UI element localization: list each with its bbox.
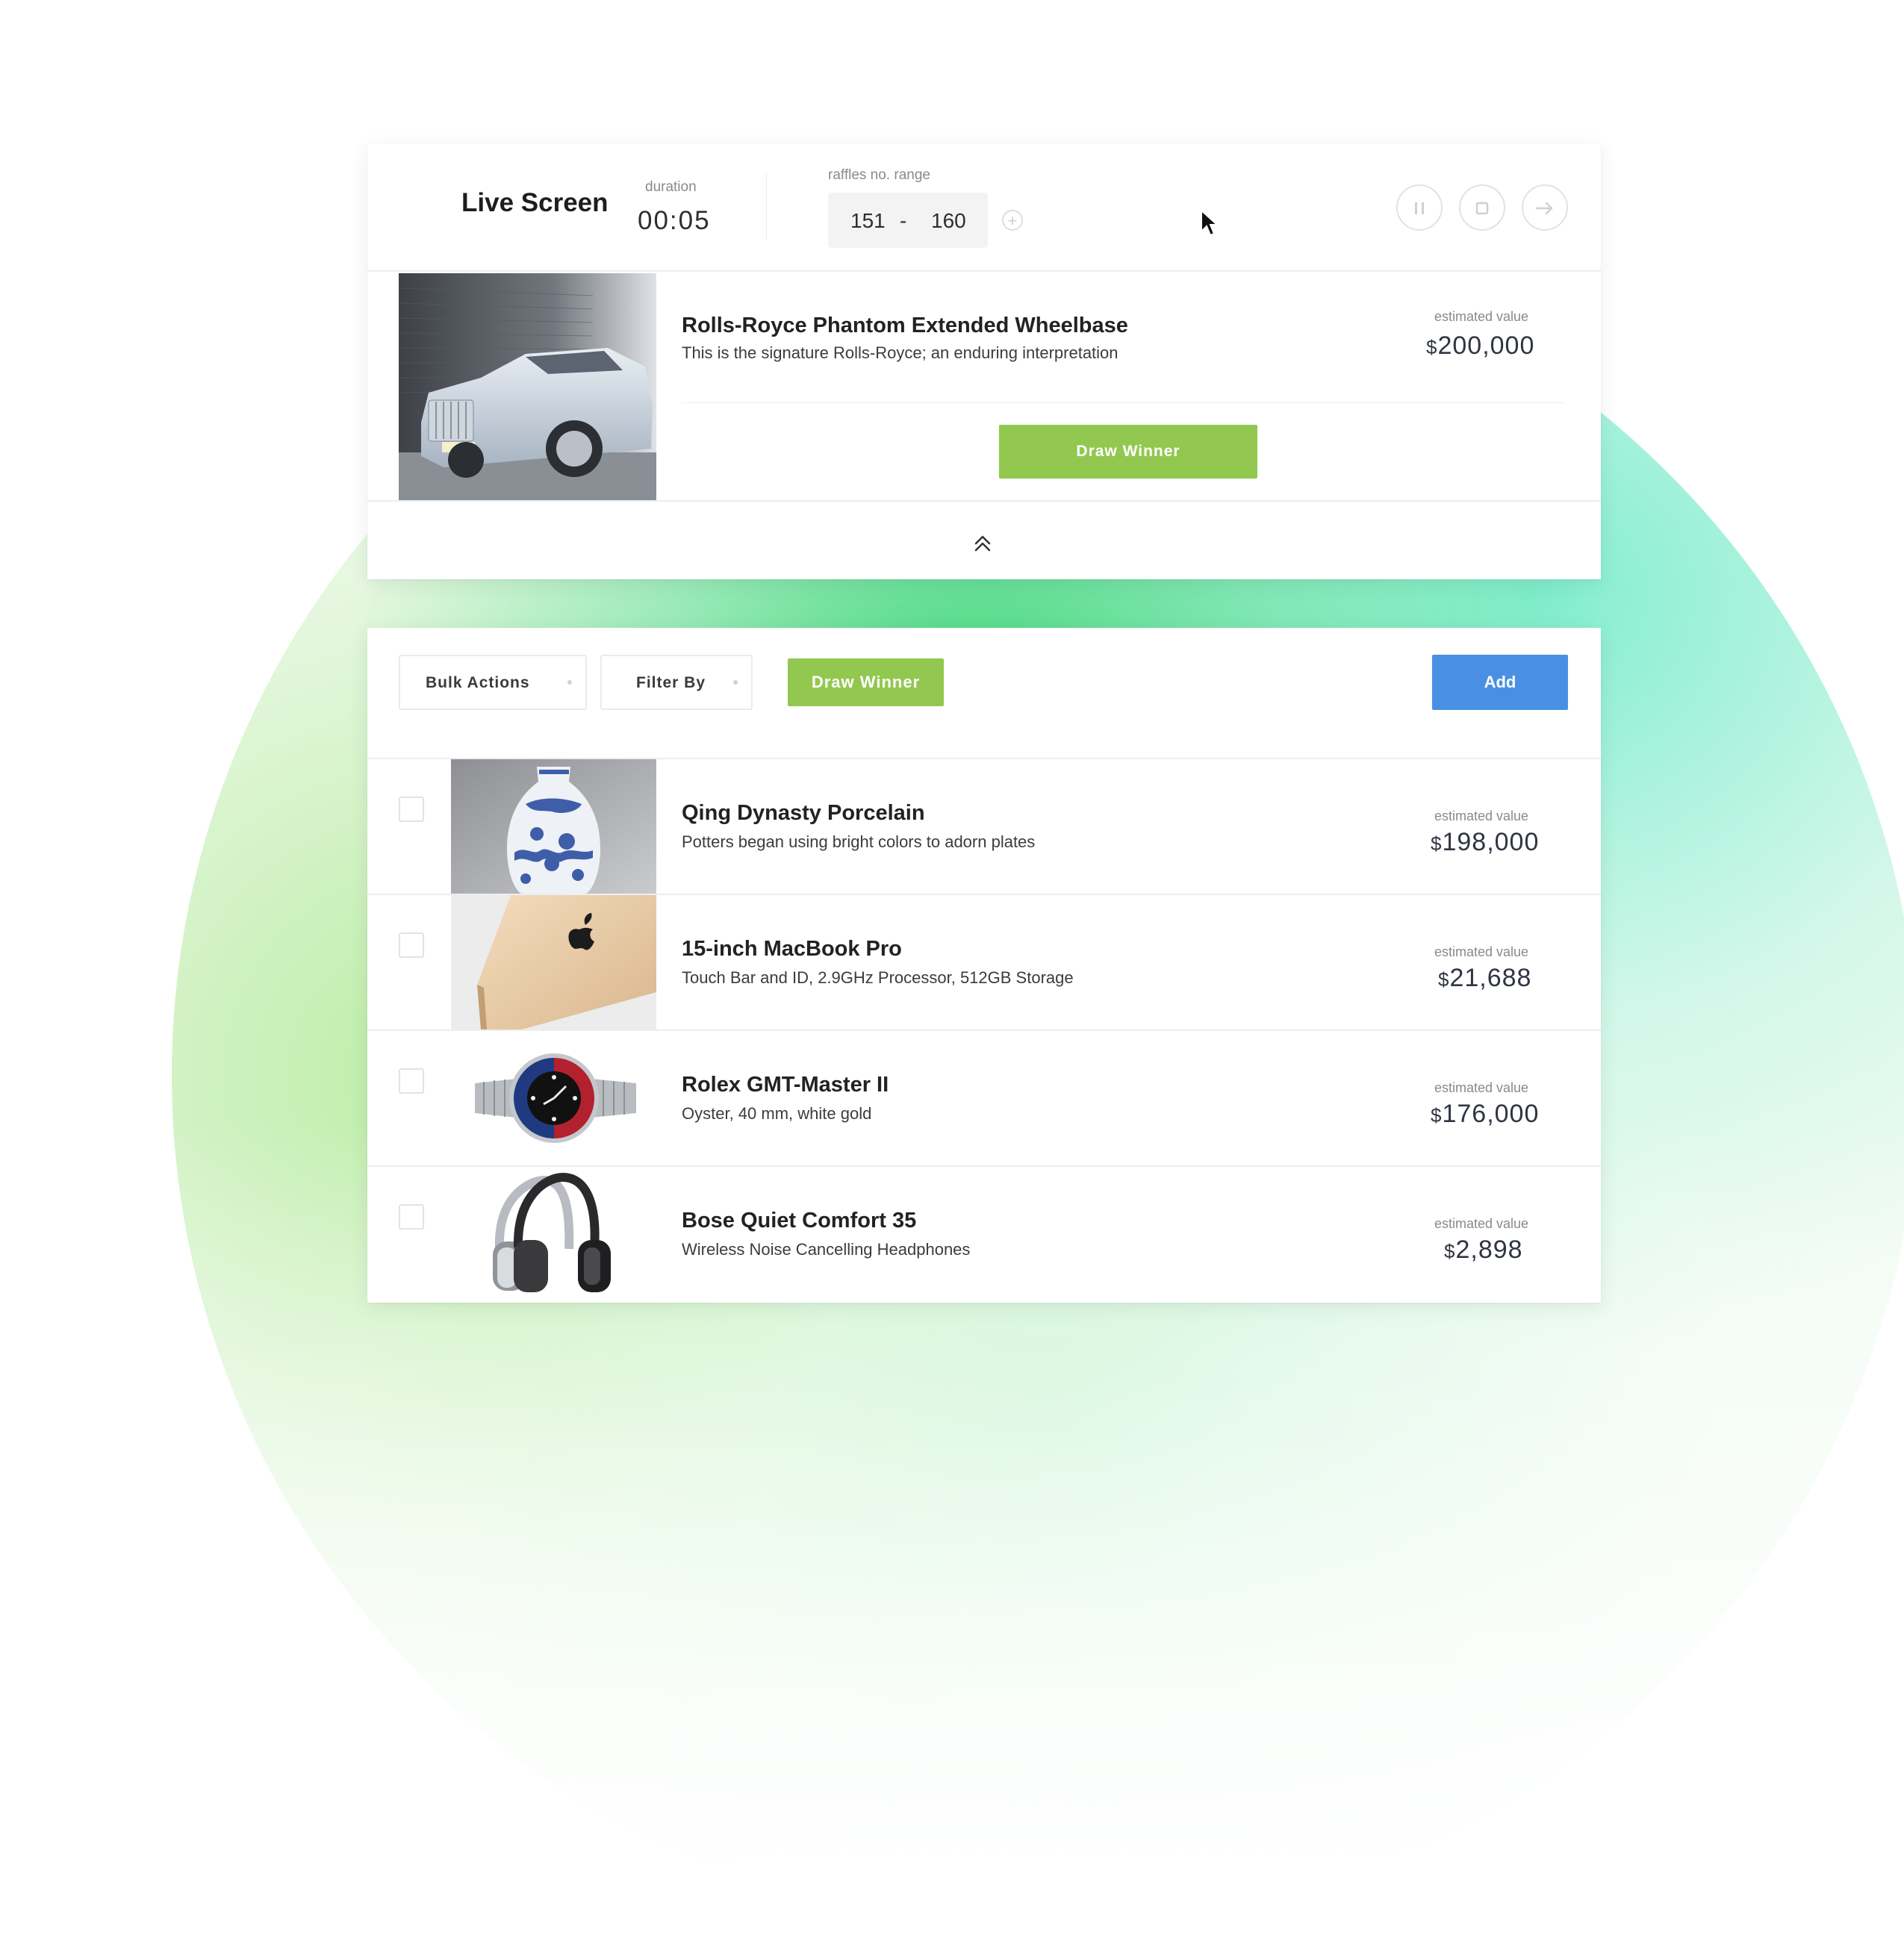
- list-item[interactable]: Bose Quiet Comfort 35 Wireless Noise Can…: [367, 1165, 1601, 1303]
- item-description: Potters began using bright colors to ado…: [682, 832, 1036, 851]
- draw-winner-button[interactable]: Draw Winner: [788, 658, 944, 706]
- header-divider: [766, 173, 767, 240]
- live-screen-title: Live Screen: [461, 188, 609, 217]
- car-image: [399, 273, 656, 500]
- item-title: 15-inch MacBook Pro: [682, 937, 902, 961]
- currency-symbol: $: [1444, 1240, 1456, 1262]
- row-checkbox[interactable]: [399, 797, 424, 822]
- plus-icon[interactable]: +: [1002, 210, 1023, 231]
- item-title: Bose Quiet Comfort 35: [682, 1209, 917, 1233]
- item-est-label: estimated value: [1434, 944, 1529, 959]
- row-checkbox[interactable]: [399, 1068, 424, 1094]
- list-item[interactable]: 15-inch MacBook Pro Touch Bar and ID, 2.…: [367, 894, 1601, 1031]
- currency-symbol: $: [1431, 832, 1443, 855]
- bulk-actions-label: Bulk Actions: [426, 674, 530, 691]
- item-est-label: estimated value: [1434, 1216, 1529, 1231]
- currency-symbol: $: [1438, 968, 1450, 991]
- filter-by-label: Filter By: [636, 674, 706, 691]
- header-separator: [367, 270, 1601, 272]
- item-description: Oyster, 40 mm, white gold: [682, 1104, 872, 1123]
- item-value: 176,000: [1442, 1100, 1540, 1128]
- item-value: 21,688: [1449, 964, 1532, 992]
- item-est-value: $198,000: [1431, 828, 1539, 857]
- list-item[interactable]: Rolex GMT-Master II Oyster, 40 mm, white…: [367, 1029, 1601, 1167]
- chevron-down-icon: [733, 680, 738, 685]
- macbook-image: [451, 895, 656, 1029]
- pause-button[interactable]: [1396, 184, 1443, 231]
- range-to[interactable]: 160: [931, 209, 966, 233]
- featured-description: This is the signature Rolls-Royce; an en…: [682, 343, 1119, 362]
- featured-title: Rolls-Royce Phantom Extended Wheelbase: [682, 314, 1128, 337]
- item-est-value: $21,688: [1438, 964, 1531, 993]
- pause-icon: [1415, 202, 1424, 214]
- currency-symbol: $: [1431, 1104, 1443, 1127]
- range-input[interactable]: 151 - 160: [828, 193, 988, 248]
- row-checkbox[interactable]: [399, 932, 424, 958]
- list-item[interactable]: Qing Dynasty Porcelain Potters began usi…: [367, 758, 1601, 895]
- headphones-image: [451, 1167, 656, 1301]
- featured-divider: [682, 402, 1565, 403]
- stop-button[interactable]: [1459, 184, 1505, 231]
- featured-value: 200,000: [1437, 331, 1535, 360]
- range-label: raffles no. range: [828, 167, 930, 183]
- item-description: Wireless Noise Cancelling Headphones: [682, 1240, 971, 1259]
- watch-image: [451, 1031, 656, 1165]
- filter-by-dropdown[interactable]: Filter By: [600, 655, 753, 710]
- item-title: Qing Dynasty Porcelain: [682, 801, 925, 825]
- item-value: 198,000: [1442, 828, 1540, 856]
- item-est-label: estimated value: [1434, 1080, 1529, 1095]
- porcelain-vase-image: [451, 759, 656, 894]
- add-button[interactable]: Add: [1432, 655, 1568, 710]
- duration-label: duration: [645, 179, 697, 195]
- draw-winner-featured-button[interactable]: Draw Winner: [999, 425, 1257, 479]
- chevron-up-double-icon[interactable]: [972, 533, 993, 554]
- duration-value: 00:05: [638, 206, 711, 235]
- bulk-actions-dropdown[interactable]: Bulk Actions: [399, 655, 587, 710]
- featured-bottom-separator: [367, 500, 1601, 502]
- range-from[interactable]: 151: [850, 209, 886, 233]
- range-separator: -: [900, 209, 907, 232]
- featured-est-label: estimated value: [1434, 309, 1529, 324]
- item-description: Touch Bar and ID, 2.9GHz Processor, 512G…: [682, 968, 1074, 987]
- item-est-label: estimated value: [1434, 809, 1529, 823]
- arrow-right-icon: [1535, 202, 1553, 214]
- currency-symbol: $: [1426, 336, 1438, 358]
- chevron-down-icon: [567, 680, 572, 685]
- live-screen-panel: Live Screen duration 00:05 raffles no. r…: [367, 143, 1601, 579]
- stop-icon: [1475, 202, 1489, 214]
- featured-est-value: $200,000: [1426, 331, 1534, 361]
- row-checkbox[interactable]: [399, 1204, 424, 1230]
- item-value: 2,898: [1455, 1236, 1523, 1264]
- raffle-list-panel: Bulk Actions Filter By Draw Winner Add Q…: [367, 628, 1601, 1303]
- item-est-value: $176,000: [1431, 1100, 1539, 1129]
- cursor-icon: [1201, 209, 1219, 237]
- item-est-value: $2,898: [1444, 1236, 1523, 1265]
- next-button[interactable]: [1522, 184, 1568, 231]
- item-title: Rolex GMT-Master II: [682, 1073, 889, 1097]
